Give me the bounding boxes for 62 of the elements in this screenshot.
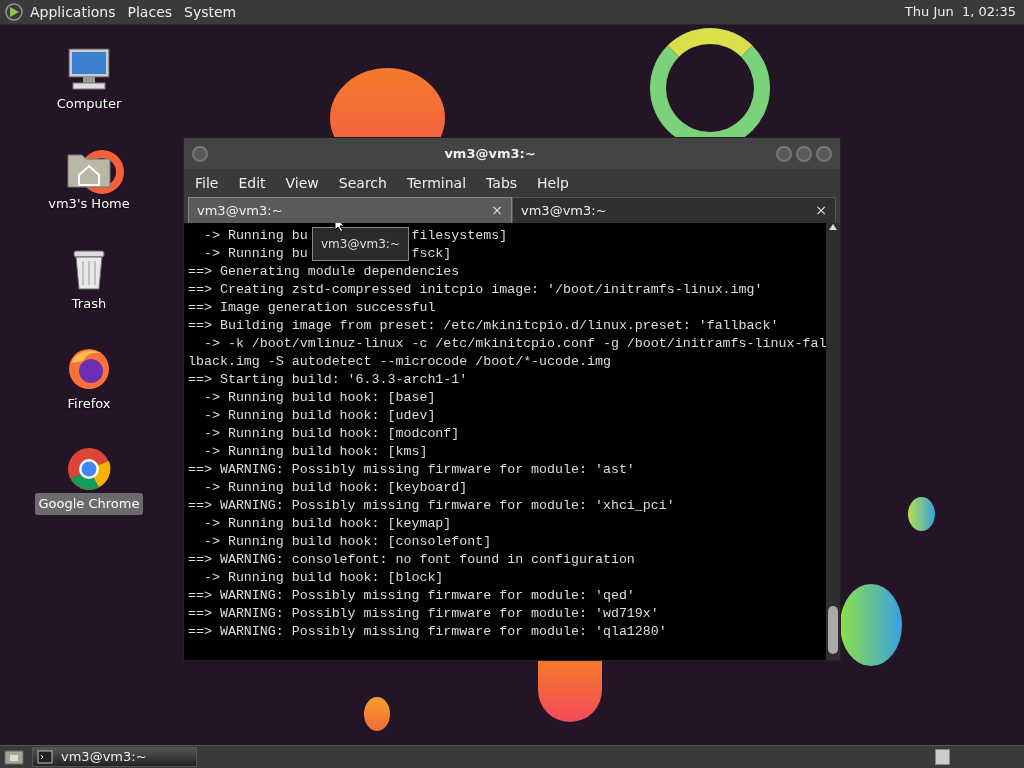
- computer-icon[interactable]: [65, 45, 113, 93]
- panel-menu[interactable]: Applications: [24, 1, 122, 23]
- wallpaper-blob: [364, 697, 390, 731]
- menu-item[interactable]: Help: [526, 172, 578, 194]
- show-desktop-icon[interactable]: [4, 748, 24, 766]
- taskbar-button[interactable]: vm3@vm3:~: [32, 747, 197, 767]
- wallpaper-blob: [908, 497, 935, 531]
- terminal-line: lback.img -S autodetect --microcode /boot/*-ucode.img: [188, 353, 612, 371]
- terminal-line: ==> Creating zstd-compressed initcpio image: '/boot/initramfs-linux.img': [188, 281, 764, 299]
- terminal-text: filesystems]: [411, 228, 508, 243]
- terminal-line: ==> Generating module dependencies: [188, 263, 461, 281]
- browser-logo-icon[interactable]: [65, 445, 113, 493]
- terminal-line: -> Running build hook: [kms]: [202, 443, 429, 461]
- close-tab-button[interactable]: ×: [815, 200, 827, 221]
- terminal-text: -> Running bu: [202, 228, 308, 243]
- menu-item[interactable]: Tabs: [475, 172, 527, 194]
- terminal-line: -> Running build hook: [keymap]: [202, 515, 453, 533]
- terminal-line: -> Running build hook: [keyboard]: [202, 479, 469, 497]
- menu-item[interactable]: Edit: [227, 172, 275, 194]
- menu-item[interactable]: Search: [327, 172, 396, 194]
- icon-label[interactable]: Firefox: [63, 393, 115, 415]
- terminal-tab[interactable]: vm3@vm3:~ ×: [512, 197, 836, 223]
- terminal-text: fsck]: [411, 246, 452, 261]
- terminal-line: ==> WARNING: Possibly missing firmware for module: 'ast': [188, 461, 636, 479]
- icon-label[interactable]: Google Chrome: [34, 493, 144, 515]
- menu-item[interactable]: View: [274, 172, 328, 194]
- tooltip: vm3@vm3:~: [312, 227, 409, 261]
- clock: Thu Jun 1, 02:35: [904, 3, 1016, 22]
- terminal-line: -> Running build hook: [consolefont]: [202, 533, 493, 551]
- terminal-icon: [37, 750, 53, 764]
- menu-item[interactable]: Terminal: [395, 172, 476, 194]
- terminal-line: ==> WARNING: Possibly missing firmware for module: 'qla1280': [188, 623, 668, 641]
- tab-label: vm3@vm3:~: [521, 201, 608, 220]
- terminal-line: -> Running build hook: [modconf]: [202, 425, 461, 443]
- icon-label[interactable]: vm3's Home: [44, 193, 134, 215]
- wallpaper-blob: [538, 660, 602, 722]
- window-title: vm3@vm3:~: [443, 144, 537, 163]
- menu-item[interactable]: File: [184, 172, 228, 194]
- scrollbar[interactable]: [826, 223, 840, 660]
- terminal-line: -> Running build hook: [base]: [202, 389, 437, 407]
- terminal-line: ==> Building image from preset: /etc/mkinitcpio.d/linux.preset: 'fallback': [188, 317, 780, 335]
- terminal-line: ==> Image generation successful: [188, 299, 437, 317]
- terminal-line: -> Running build hook: [block]: [202, 569, 445, 587]
- terminal-line: ==> WARNING: Possibly missing firmware for module: 'wd719x': [188, 605, 660, 623]
- terminal-line: ==> Starting build: '6.3.3-arch1-1': [188, 371, 469, 389]
- terminal-tab[interactable]: vm3@vm3:~ ×: [188, 197, 512, 223]
- task-label: vm3@vm3:~: [61, 748, 147, 767]
- icon-label[interactable]: Trash: [67, 293, 111, 315]
- terminal-line: -> Running build hook: [udev]: [202, 407, 437, 425]
- terminal-line: ==> WARNING: Possibly missing firmware for module: 'xhci_pci': [188, 497, 676, 515]
- terminal-text: -> Running bu: [202, 246, 308, 261]
- workspace-switcher[interactable]: [935, 749, 950, 765]
- terminal-line: ==> WARNING: consolefont: no font found in configuration: [188, 551, 636, 569]
- icon-label[interactable]: Computer: [52, 93, 126, 115]
- panel-menu[interactable]: Places: [121, 1, 179, 23]
- panel-menu[interactable]: System: [178, 1, 243, 23]
- close-tab-button[interactable]: ×: [491, 200, 503, 221]
- terminal-line: -> -k /boot/vmlinuz-linux -c /etc/mkinitcpio.conf -g /boot/initramfs-linux-fal: [202, 335, 826, 353]
- scroll-thumb[interactable]: [828, 606, 838, 654]
- terminal-line: ==> WARNING: Possibly missing firmware for module: 'qed': [188, 587, 636, 605]
- tab-label: vm3@vm3:~: [197, 201, 284, 220]
- menu-logo-icon[interactable]: [4, 2, 24, 22]
